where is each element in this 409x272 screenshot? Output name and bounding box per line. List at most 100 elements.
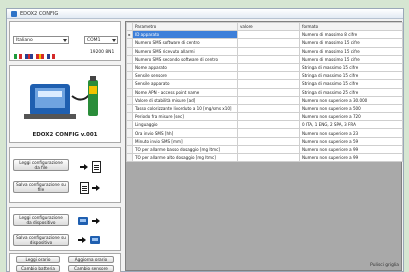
table-row[interactable]: Valore di stabilità misure [ad] Numero no… <box>126 95 403 105</box>
value-cell[interactable] <box>237 30 300 40</box>
format-cell: Numero non superiore a 99 <box>299 152 403 163</box>
parameter-cell: Sensile sensore <box>132 71 238 81</box>
flag-uk-icon[interactable] <box>25 54 34 59</box>
update-clock-button[interactable]: Aggiorna orario <box>68 256 114 263</box>
change-sensor-button[interactable]: Cambio sensore <box>68 265 114 272</box>
table-row[interactable]: Nome APN - access point name Stringa di m… <box>126 87 403 97</box>
value-cell[interactable] <box>237 120 300 130</box>
value-cell[interactable] <box>237 62 300 73</box>
device-image <box>24 76 98 119</box>
value-cell[interactable] <box>237 71 300 81</box>
parameter-table: Parametro valore formato ▸ ID apparato Num… <box>126 21 403 163</box>
format-cell: Numero di massimo 15 cifre <box>299 38 403 48</box>
app-window: EDOX2 CONFIG Italiano COM1 19200 8N1 EDO… <box>6 8 404 272</box>
value-cell[interactable] <box>237 46 300 56</box>
device-caption: EDOX2 CONFIG v.001 <box>32 132 98 138</box>
format-cell: Stringa di massimo 15 cifre <box>299 62 403 73</box>
format-cell: Numero non superiore a 59 <box>299 136 403 146</box>
table-body: ▸ ID apparato Numero di massimo 8 cifre Num… <box>126 30 403 163</box>
change-battery-button[interactable]: Cambio batteria <box>16 265 60 272</box>
value-cell[interactable] <box>237 128 300 138</box>
parameter-cell: Minuto invio SMS [mm] <box>132 136 238 146</box>
table-row[interactable]: Sensile sensore Stringa di massimo 15 cif… <box>126 71 403 81</box>
format-cell: Numero non superiore a 23 <box>299 128 403 138</box>
document-icon <box>80 182 89 194</box>
device-box: EDOX2 CONFIG v.001 <box>9 65 121 143</box>
load-config-device-button[interactable]: Leggi configurazione da dispositivo <box>13 214 69 226</box>
load-config-file-button[interactable]: Leggi configurazione da file <box>13 159 69 171</box>
value-cell[interactable] <box>237 79 300 89</box>
table-row[interactable]: Minuto invio SMS [mm] Numero non superior… <box>126 136 403 146</box>
read-clock-button[interactable]: Leggi orario <box>16 256 60 263</box>
format-cell: Numero non superiore a 500 <box>299 103 403 114</box>
table-row[interactable]: Periodo fra misure [sec] Numero non super… <box>126 112 403 122</box>
format-cell: Stringa di massimo 15 cifre <box>299 71 403 81</box>
format-cell: Numero non superiore a 30.000 <box>299 95 403 105</box>
parameter-cell: TO per allarme basso dosaggio [mg ltmc] <box>132 144 238 155</box>
value-cell[interactable] <box>237 95 300 105</box>
parameter-cell: Periodo fra misure [sec] <box>132 112 238 122</box>
parameter-cell: Valore di stabilità misure [ad] <box>132 95 238 105</box>
file-box: Leggi configurazione da file Salva confi… <box>9 147 121 203</box>
parameter-cell: Nome apparato <box>132 62 238 73</box>
format-cell: Numero di massimo 8 cifre <box>299 30 403 40</box>
device-icon <box>78 217 88 225</box>
language-value: Italiano <box>16 38 33 43</box>
value-cell[interactable] <box>237 144 300 155</box>
save-config-device-button[interactable]: Salva configurazione su dispositivo <box>13 234 69 246</box>
flag-spain-icon[interactable] <box>36 54 45 59</box>
format-cell: Numero non superiore a 99 <box>299 144 403 155</box>
value-cell[interactable] <box>237 87 300 97</box>
format-cell: Stringa di massimo 25 cifre <box>299 87 403 97</box>
parameter-cell: Ora invio SMS [hh] <box>132 128 238 138</box>
value-cell[interactable] <box>237 54 300 64</box>
maintenance-box: Leggi orario Aggiorna orario Cambio batt… <box>9 253 121 272</box>
value-cell[interactable] <box>237 152 300 163</box>
title-bar: EDOX2 CONFIG <box>7 9 403 19</box>
table-row[interactable]: Numero SMS software di centro Numero di m… <box>126 38 403 48</box>
port-select[interactable]: COM1 <box>84 36 118 44</box>
table-row[interactable]: Ora invio SMS [hh] Numero non superiore a… <box>126 128 403 138</box>
parameter-cell: Numero SMS software di centro <box>132 38 238 48</box>
table-row[interactable]: ▸ ID apparato Numero di massimo 8 cifre <box>126 30 403 40</box>
value-cell[interactable] <box>237 136 300 146</box>
chevron-down-icon <box>112 39 116 42</box>
format-cell: Numero di massimo 15 cifre <box>299 54 403 64</box>
flag-france-icon[interactable] <box>47 54 56 59</box>
window-title: EDOX2 CONFIG <box>20 11 59 17</box>
format-cell: Numero di massimo 15 cifre <box>299 46 403 56</box>
table-row[interactable]: TO per allarme basso dosaggio [mg ltmc] N… <box>126 144 403 155</box>
flag-italy-icon[interactable] <box>14 54 23 59</box>
format-cell: Stringa di massimo 15 cifre <box>299 79 403 89</box>
table-row[interactable]: Numero SMS ricevuto allarmi Numero di mas… <box>126 46 403 56</box>
table-row[interactable]: Linguaggio 0 ITA, 1 ENG, 2 SPA, 3 FRA <box>126 120 403 130</box>
parameter-cell: Linguaggio <box>132 120 238 130</box>
save-config-file-button[interactable]: Salva configurazione su file <box>13 181 69 193</box>
language-select[interactable]: Italiano <box>13 36 69 44</box>
app-icon <box>11 11 17 17</box>
parameter-grid[interactable]: Parametro valore formato ▸ ID apparato Num… <box>125 21 403 271</box>
arrow-right-icon <box>92 185 100 191</box>
table-row[interactable]: Nome apparato Stringa di massimo 15 cifre <box>126 62 403 73</box>
port-value: COM1 <box>87 38 101 43</box>
table-row[interactable]: Tasso colorizzante livorduto a 10 [mg/sm… <box>126 103 403 114</box>
device-transfer-box: Leggi configurazione da dispositivo Salv… <box>9 207 121 251</box>
parameter-cell: Numero SMS secondo software di centro <box>132 54 238 64</box>
arrow-right-icon <box>92 218 100 224</box>
clear-grid-label[interactable]: Pulisci griglia <box>370 263 399 268</box>
value-cell[interactable] <box>237 103 300 114</box>
format-cell: Numero non superiore a 720 <box>299 112 403 122</box>
parameter-cell: Numero SMS ricevuto allarmi <box>132 46 238 56</box>
table-row[interactable]: TO per allarme alto dosaggio [mg ltmc] Nu… <box>126 152 403 163</box>
column-header-value[interactable]: valore <box>237 21 300 32</box>
parameter-cell: Nome APN - access point name <box>132 87 238 97</box>
column-header-parameter[interactable]: Parametro <box>132 21 238 32</box>
arrow-right-icon <box>80 164 88 170</box>
table-row[interactable]: Sensile apparato Stringa di massimo 15 ci… <box>126 79 403 89</box>
value-cell[interactable] <box>237 38 300 48</box>
document-icon <box>92 161 101 173</box>
value-cell[interactable] <box>237 112 300 122</box>
device-icon <box>90 236 100 244</box>
table-row[interactable]: Numero SMS secondo software di centro Num… <box>126 54 403 64</box>
column-header-format[interactable]: formato <box>299 21 403 32</box>
